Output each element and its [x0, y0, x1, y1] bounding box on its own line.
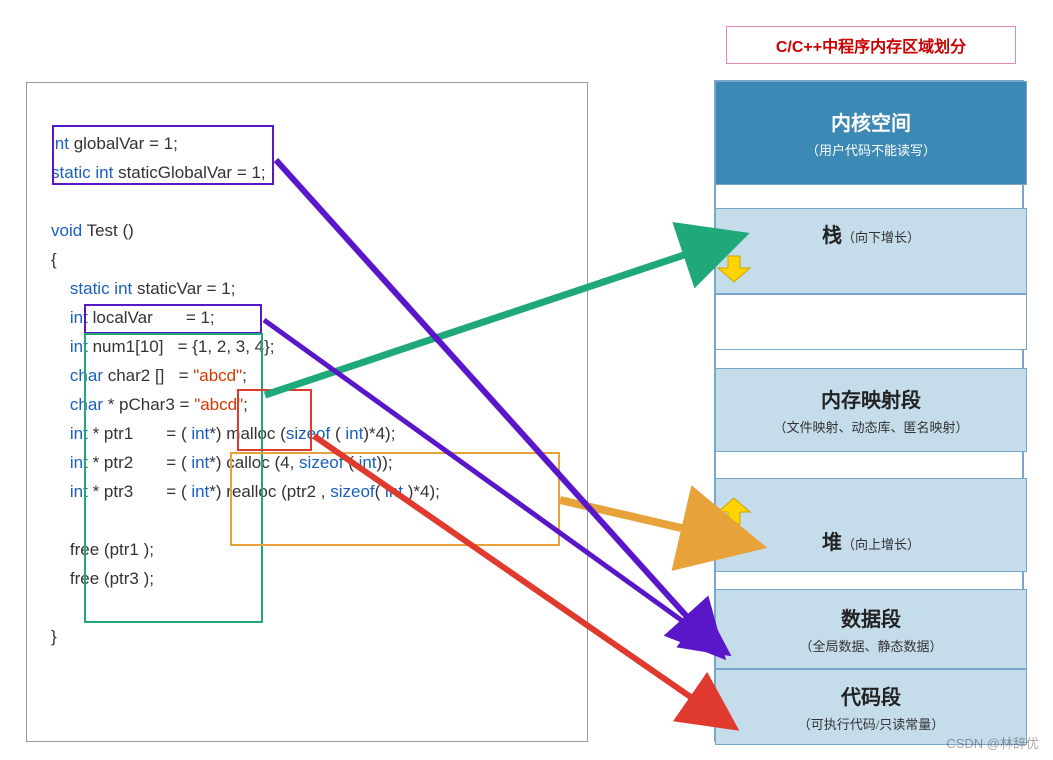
- code-text: Test (): [82, 221, 134, 240]
- code-text: * pChar3 =: [103, 395, 194, 414]
- code-text: *) realloc (ptr2 ,: [209, 482, 330, 501]
- code-text: = 1;: [153, 308, 215, 327]
- kw-int: int: [70, 482, 88, 501]
- region-kernel: 内核空间 （用户代码不能读写）: [715, 81, 1027, 185]
- code-text: * ptr2 = (: [88, 453, 191, 472]
- code-text: localVar: [88, 308, 153, 327]
- region-sub: （向下增长）: [842, 230, 920, 245]
- kw-static-int: static int: [51, 163, 113, 182]
- watermark: CSDN @林辞优: [946, 733, 1039, 752]
- code-text: num1[10] = {1, 2, 3, 4};: [88, 337, 275, 356]
- kw-int: int: [51, 134, 69, 153]
- region-sub: （向上增长）: [842, 537, 920, 552]
- code-text: = 1;: [144, 134, 178, 153]
- region-data: 数据段 （全局数据、静态数据）: [715, 589, 1027, 669]
- code-text: = 1;: [202, 279, 236, 298]
- kw-int: int: [359, 453, 377, 472]
- str-literal: "abcd": [193, 366, 242, 385]
- code-text: staticGlobalVar: [113, 163, 232, 182]
- region-stack: 栈（向下增长）: [715, 208, 1027, 294]
- code-text: )*4);: [363, 424, 395, 443]
- kw-int: int: [70, 308, 88, 327]
- code-text: ;: [242, 366, 247, 385]
- region-gap: [715, 294, 1027, 350]
- code-text: globalVar: [69, 134, 144, 153]
- code-block: int globalVar = 1; static int staticGlob…: [51, 129, 565, 651]
- code-text: (: [343, 453, 358, 472]
- kw-int: int: [70, 453, 88, 472]
- kw-int: int: [191, 482, 209, 501]
- kw-sizeof: sizeof: [299, 453, 343, 472]
- kw-int: int: [385, 482, 403, 501]
- diagram-title: C/C++中程序内存区域划分: [726, 26, 1016, 64]
- code-text: }: [51, 622, 565, 651]
- code-text: staticVar: [132, 279, 202, 298]
- kw-char: char: [70, 366, 103, 385]
- code-text: char2 [] =: [103, 366, 193, 385]
- str-literal: "abcd": [194, 395, 243, 414]
- kw-int: int: [191, 453, 209, 472]
- code-text: free (ptr1 );: [70, 540, 154, 559]
- code-panel: int globalVar = 1; static int staticGlob…: [26, 82, 588, 742]
- kw-sizeof: sizeof: [330, 482, 374, 501]
- region-heap: 堆（向上增长）: [715, 478, 1027, 572]
- code-text: = 1;: [232, 163, 266, 182]
- kw-int: int: [70, 337, 88, 356]
- code-text: (: [330, 424, 345, 443]
- code-text: * ptr1 = (: [88, 424, 191, 443]
- region-sub: （可执行代码/只读常量）: [716, 714, 1026, 733]
- region-title: 数据段: [716, 603, 1026, 632]
- code-text: (: [375, 482, 385, 501]
- region-sub: （全局数据、静态数据）: [716, 636, 1026, 655]
- arrow-down-icon: [716, 254, 752, 284]
- code-text: {: [51, 245, 565, 274]
- region-title: 代码段: [716, 681, 1026, 710]
- kw-int: int: [191, 424, 209, 443]
- code-text: ));: [377, 453, 393, 472]
- kw-int: int: [70, 424, 88, 443]
- memory-layout: 内核空间 （用户代码不能读写） 栈（向下增长） 内存映射段 （文件映射、动态库、…: [714, 80, 1024, 742]
- region-title: 内核空间: [716, 107, 1026, 136]
- code-text: * ptr3 = (: [88, 482, 191, 501]
- code-text: )*4);: [403, 482, 440, 501]
- kw-int: int: [345, 424, 363, 443]
- arrow-up-icon: [716, 496, 752, 526]
- region-sub: （文件映射、动态库、匿名映射）: [716, 417, 1026, 436]
- code-text: *) malloc (: [209, 424, 286, 443]
- code-text: free (ptr3 );: [70, 569, 154, 588]
- kw-char: char: [70, 395, 103, 414]
- region-sub: （用户代码不能读写）: [716, 140, 1026, 159]
- region-title: 栈: [822, 225, 842, 247]
- region-title: 堆: [822, 532, 842, 554]
- region-title: 内存映射段: [716, 384, 1026, 413]
- code-text: *) calloc (4,: [209, 453, 299, 472]
- kw-static-int: static int: [70, 279, 132, 298]
- code-text: ;: [243, 395, 248, 414]
- kw-void: void: [51, 221, 82, 240]
- region-mmap: 内存映射段 （文件映射、动态库、匿名映射）: [715, 368, 1027, 452]
- kw-sizeof: sizeof: [286, 424, 330, 443]
